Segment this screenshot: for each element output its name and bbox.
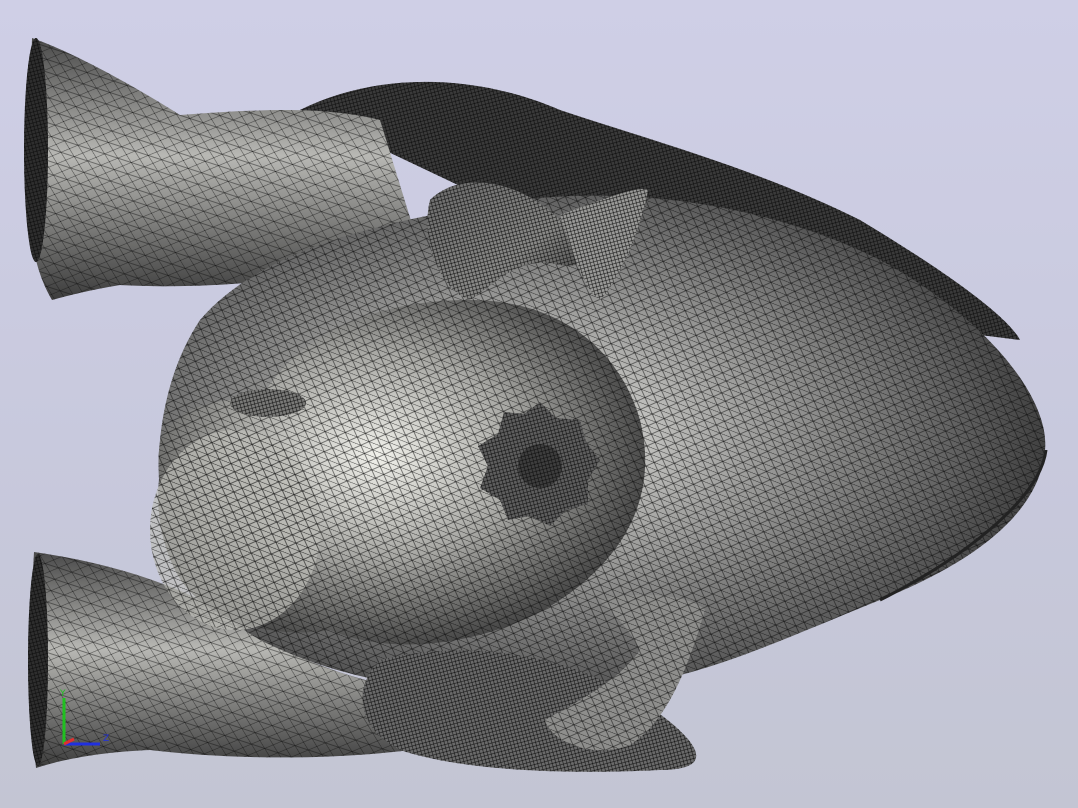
y-axis-label: Y bbox=[59, 689, 66, 699]
3d-viewport[interactable]: Y Z bbox=[0, 0, 1078, 808]
z-axis-label: Z bbox=[103, 734, 109, 744]
mesh-model[interactable] bbox=[0, 0, 1078, 808]
axis-triad: Y Z bbox=[59, 689, 109, 746]
